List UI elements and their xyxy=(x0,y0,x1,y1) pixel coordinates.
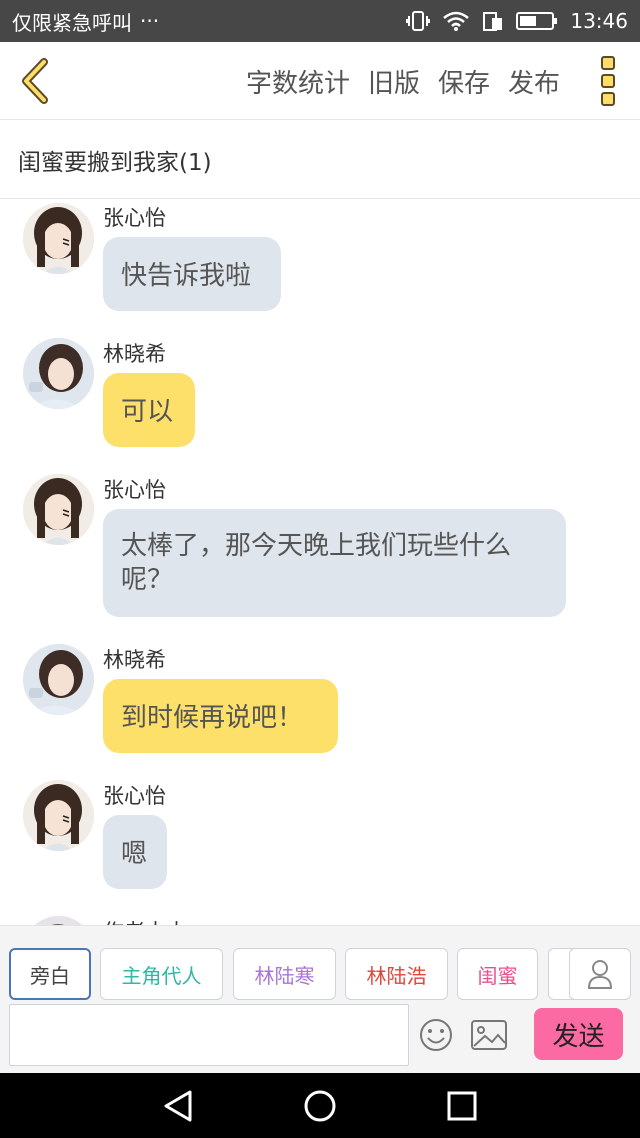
vibrate-icon xyxy=(406,10,431,32)
message-item: 林晓希 到时候再说吧！ xyxy=(0,642,640,762)
role-chip-lin-luhao[interactable]: 林陆浩 xyxy=(345,948,448,1000)
message-item: 林晓希 可以 xyxy=(0,336,640,456)
avatar[interactable] xyxy=(23,474,94,545)
message-bubble[interactable]: 到时候再说吧！ xyxy=(103,679,338,753)
chat-title: 闺蜜要搬到我家(1) xyxy=(18,149,212,176)
sender-name: 张心怡 xyxy=(103,784,166,808)
message-item: 张心怡 快告诉我啦 xyxy=(0,200,640,320)
role-chip-bestie[interactable]: 闺蜜 xyxy=(457,948,538,1000)
status-bar: 仅限紧急呼叫 ··· 13:46 xyxy=(0,0,640,42)
word-count-button[interactable]: 字数统计 xyxy=(246,63,350,100)
back-arrow-icon xyxy=(22,58,48,104)
avatar[interactable] xyxy=(23,338,94,409)
avatar[interactable] xyxy=(23,916,94,925)
avatar[interactable] xyxy=(23,644,94,715)
avatar[interactable] xyxy=(23,203,94,274)
avatar[interactable] xyxy=(23,780,94,851)
message-list[interactable]: 张心怡 快告诉我啦 林晓希 可以 张心怡 太棒了，那今天晚上我们玩些什么呢？ 林… xyxy=(0,200,640,925)
role-chip-narrator[interactable]: 旁白 xyxy=(9,948,91,1000)
sim-icon xyxy=(482,10,504,32)
chat-title-row[interactable]: 闺蜜要搬到我家(1) xyxy=(0,121,640,199)
composer-bar: 旁白 主角代人 林陆寒 林陆浩 闺蜜 发送 xyxy=(0,925,640,1073)
recents-square-icon[interactable] xyxy=(444,1089,480,1127)
person-icon xyxy=(587,960,613,989)
overflow-dots: ··· xyxy=(140,9,160,33)
role-chip-label: 闺蜜 xyxy=(477,963,518,988)
role-profile-button[interactable] xyxy=(569,948,631,1000)
emoji-icon[interactable] xyxy=(418,1017,454,1053)
more-menu-icon[interactable] xyxy=(598,56,618,106)
image-icon[interactable] xyxy=(470,1019,508,1051)
old-version-button[interactable]: 旧版 xyxy=(368,63,420,100)
sender-name: 张心怡 xyxy=(103,206,166,230)
message-bubble[interactable]: 太棒了，那今天晚上我们玩些什么呢？ xyxy=(103,509,566,617)
app-screen: 仅限紧急呼叫 ··· 13:46 字数统计 旧版 保存 发布 闺蜜要搬到我家(1… xyxy=(0,0,640,1138)
sender-name: 张心怡 xyxy=(103,478,166,502)
home-circle-icon[interactable] xyxy=(302,1089,338,1127)
role-chip-protagonist[interactable]: 主角代人 xyxy=(100,948,223,1000)
role-chip-lin-luhan[interactable]: 林陆寒 xyxy=(233,948,336,1000)
sender-name: 作者大大 xyxy=(103,916,187,925)
message-item: 张心怡 嗯 xyxy=(0,778,640,898)
sender-name: 林晓希 xyxy=(103,648,166,672)
system-nav-bar xyxy=(0,1073,640,1138)
back-triangle-icon[interactable] xyxy=(160,1089,196,1127)
clock: 13:46 xyxy=(570,9,628,33)
wifi-icon xyxy=(442,10,470,32)
sender-name: 林晓希 xyxy=(103,342,166,366)
menu-dot xyxy=(601,56,615,70)
nav-actions: 字数统计 旧版 保存 发布 xyxy=(246,42,560,120)
save-button[interactable]: 保存 xyxy=(438,63,490,100)
publish-button[interactable]: 发布 xyxy=(508,63,560,100)
status-right: 13:46 xyxy=(406,9,628,33)
send-button[interactable]: 发送 xyxy=(534,1008,623,1060)
message-bubble[interactable]: 嗯 xyxy=(103,815,167,889)
message-item: 作者大大 xyxy=(0,914,640,925)
carrier-text: 仅限紧急呼叫 xyxy=(12,10,132,35)
role-chip-label: 林陆浩 xyxy=(366,963,427,988)
message-bubble[interactable]: 快告诉我啦 xyxy=(103,237,281,311)
message-bubble[interactable]: 可以 xyxy=(103,373,195,447)
message-item: 张心怡 太棒了，那今天晚上我们玩些什么呢？ xyxy=(0,472,640,622)
back-button[interactable] xyxy=(16,58,56,104)
battery-icon xyxy=(516,10,558,32)
role-chip-label: 主角代人 xyxy=(121,963,202,988)
status-left: 仅限紧急呼叫 ··· xyxy=(12,7,159,36)
top-nav: 字数统计 旧版 保存 发布 xyxy=(0,42,640,120)
message-input[interactable] xyxy=(9,1004,409,1066)
menu-dot xyxy=(601,74,615,88)
role-chip-label: 林陆寒 xyxy=(254,963,315,988)
role-chip-label: 旁白 xyxy=(30,963,70,988)
menu-dot xyxy=(601,92,615,106)
